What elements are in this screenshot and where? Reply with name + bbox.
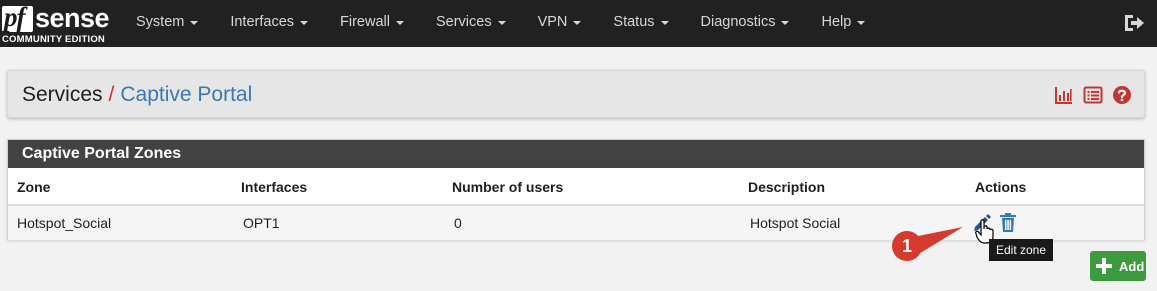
cell-interfaces: OPT1	[243, 215, 280, 231]
menu-system[interactable]: System	[120, 0, 214, 44]
annotation-number-badge: 1	[892, 231, 922, 261]
logo-pf-text: pf	[4, 2, 25, 32]
menu-label: Status	[613, 14, 655, 30]
menu-label: Interfaces	[230, 14, 295, 30]
menu-vpn[interactable]: VPN	[522, 0, 598, 44]
breadcrumb: Services / Captive Portal	[22, 82, 252, 108]
caret-down-icon	[660, 21, 669, 25]
cell-zone: Hotspot_Social	[17, 215, 112, 231]
breadcrumb-separator: /	[108, 83, 115, 106]
menu-label: Diagnostics	[700, 14, 776, 30]
panel-title: Captive Portal Zones	[8, 140, 1144, 168]
col-header-actions: Actions	[975, 179, 1027, 195]
menu-label: VPN	[537, 14, 568, 30]
pfsense-logo[interactable]: pf sense COMMUNITY EDITION	[0, 0, 110, 47]
col-header-zone: Zone	[17, 179, 51, 195]
add-zone-button[interactable]: Add	[1090, 251, 1146, 281]
menu-firewall[interactable]: Firewall	[324, 0, 420, 44]
add-button-label: Add	[1119, 258, 1145, 274]
menu-status[interactable]: Status	[597, 0, 684, 44]
menu-interfaces[interactable]: Interfaces	[214, 0, 324, 44]
question-circle-icon[interactable]	[1112, 85, 1132, 105]
bar-chart-icon[interactable]	[1054, 85, 1074, 105]
list-icon[interactable]	[1083, 85, 1103, 105]
breadcrumb-page-link[interactable]: Captive Portal	[120, 83, 252, 106]
logo-edition-text: COMMUNITY EDITION	[2, 34, 105, 45]
caret-down-icon	[300, 21, 309, 25]
caret-down-icon	[497, 21, 506, 25]
breadcrumb-section: Services	[22, 83, 103, 106]
edit-zone-tooltip: Edit zone	[989, 239, 1054, 261]
breadcrumb-bar: Services / Captive Portal	[7, 70, 1145, 118]
caret-down-icon	[781, 21, 790, 25]
cell-users: 0	[454, 215, 462, 231]
top-navbar: pf sense COMMUNITY EDITION System Interf…	[0, 0, 1157, 47]
col-header-interfaces: Interfaces	[241, 179, 308, 195]
plus-icon	[1096, 258, 1112, 274]
menu-diagnostics[interactable]: Diagnostics	[685, 0, 806, 44]
sign-out-icon[interactable]	[1123, 12, 1145, 34]
caret-down-icon	[857, 21, 866, 25]
menu-services[interactable]: Services	[420, 0, 522, 44]
col-header-users: Number of users	[452, 179, 564, 195]
caret-down-icon	[573, 21, 582, 25]
cell-description: Hotspot Social	[750, 215, 841, 231]
caret-down-icon	[395, 21, 404, 25]
menu-help[interactable]: Help	[805, 0, 881, 44]
caret-down-icon	[190, 21, 199, 25]
menu-label: System	[136, 14, 185, 30]
logo-sense-text: sense	[35, 3, 110, 33]
breadcrumb-icons	[1054, 85, 1132, 105]
col-header-description: Description	[748, 179, 826, 195]
menu-label: Services	[435, 14, 492, 30]
menu-label: Firewall	[340, 14, 390, 30]
menu-label: Help	[821, 14, 852, 30]
main-menu: System Interfaces Firewall Services VPN …	[120, 0, 881, 47]
delete-zone-trash-icon[interactable]	[999, 213, 1017, 233]
